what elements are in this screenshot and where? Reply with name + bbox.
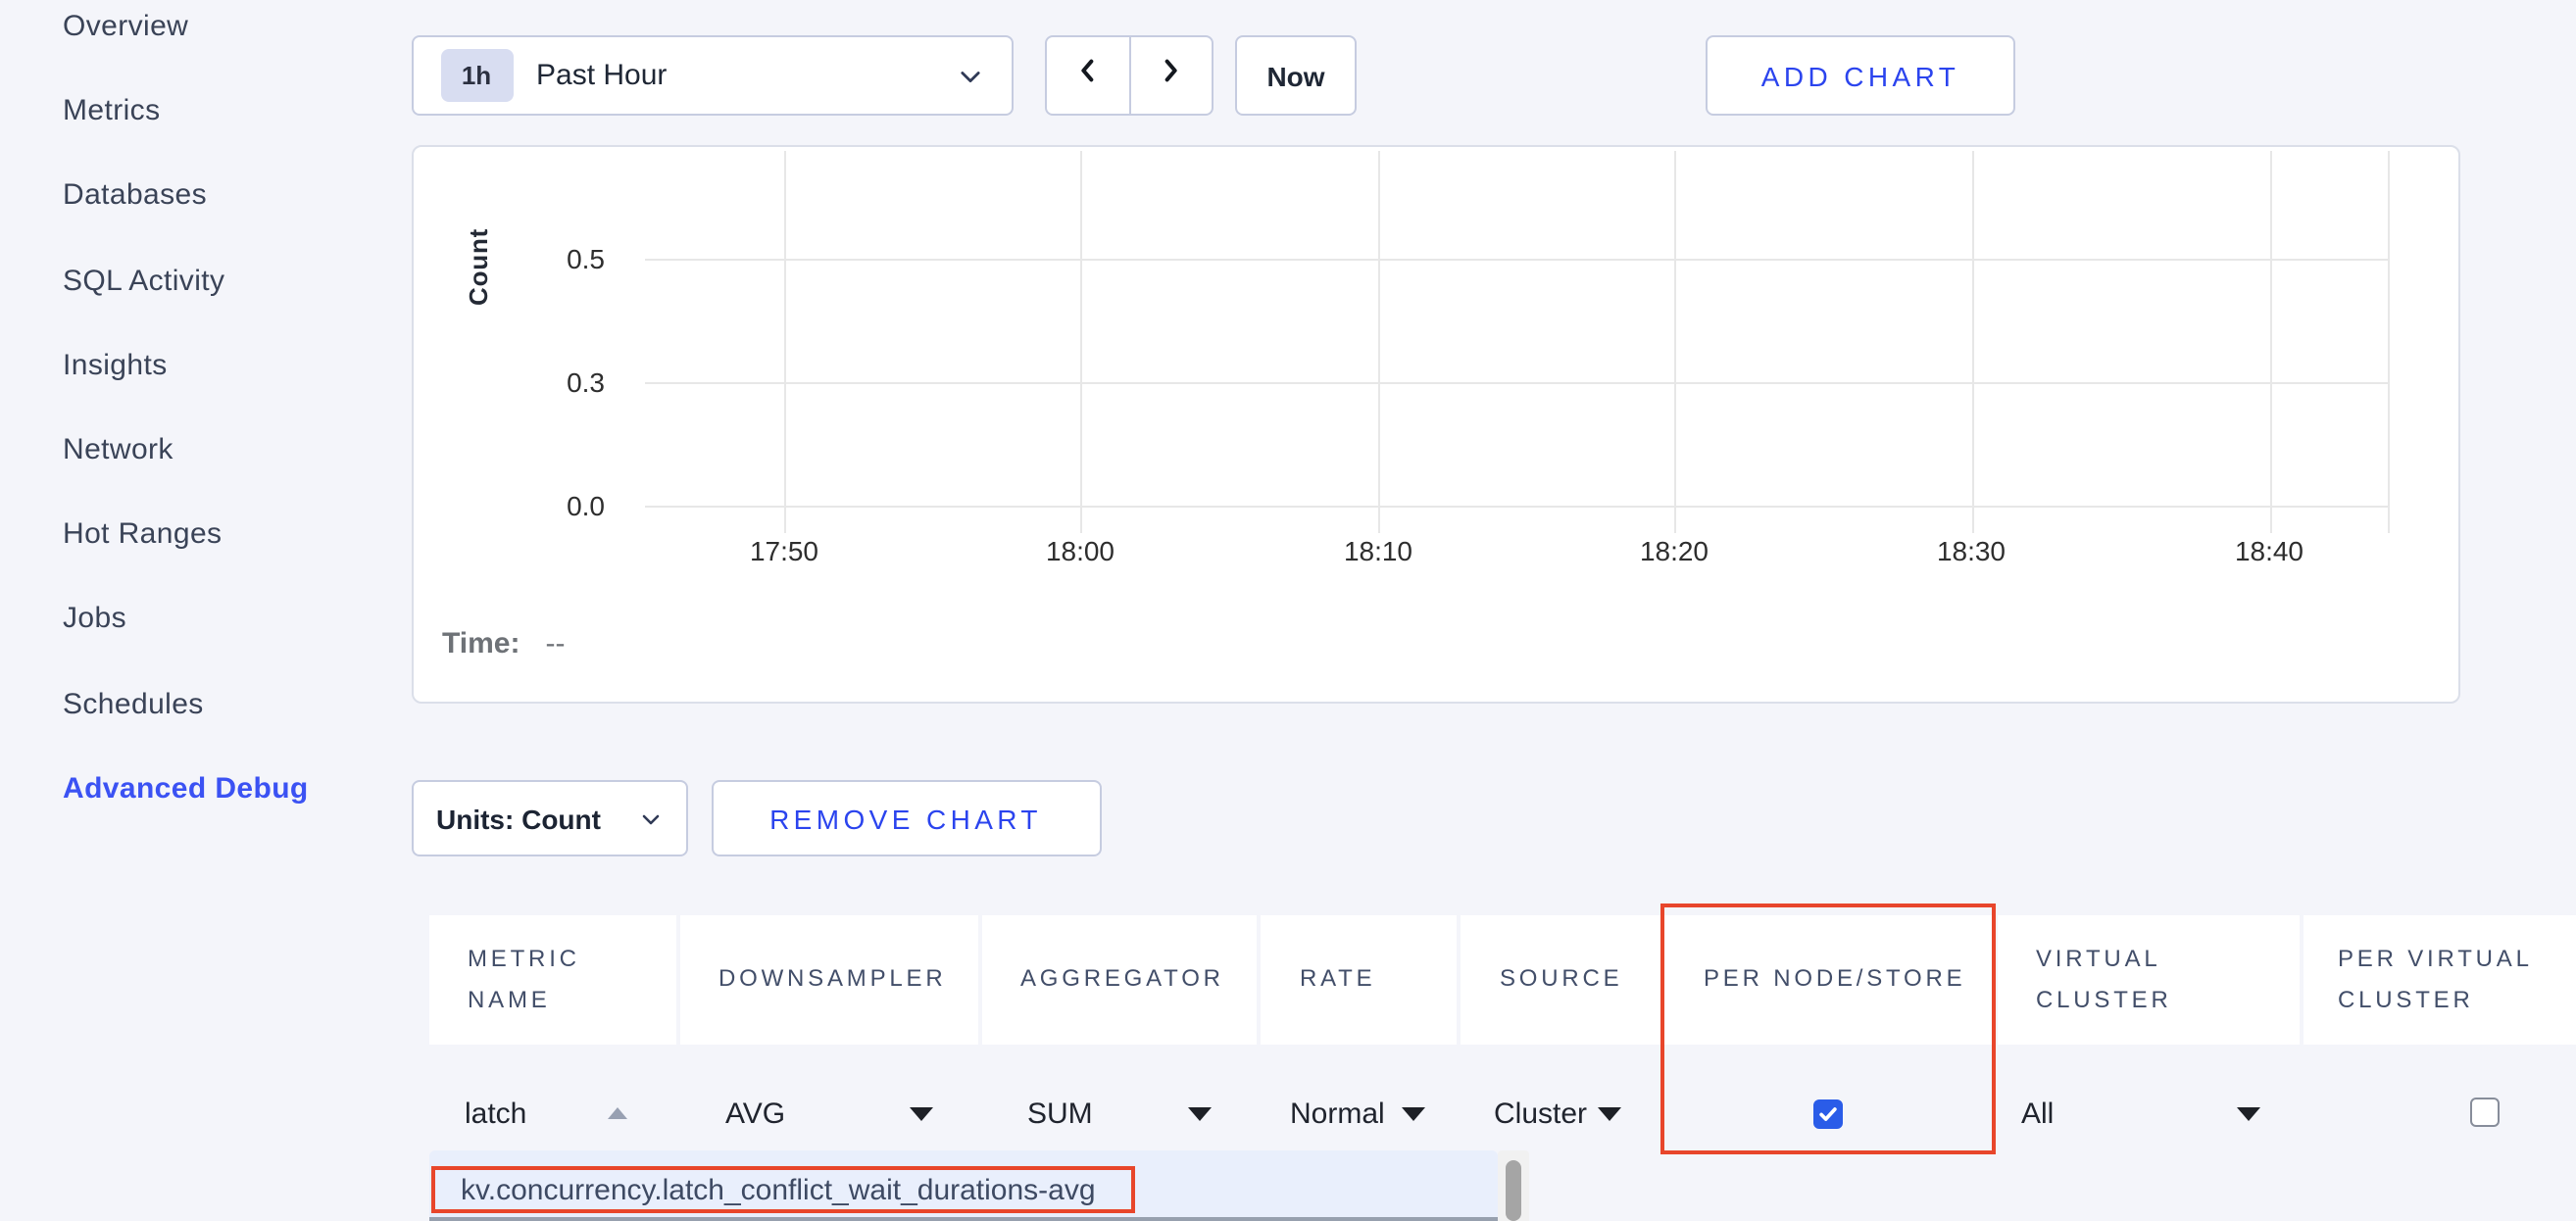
caret-down-icon (910, 1106, 933, 1120)
column-header-rate: RATE (1261, 914, 1457, 1045)
column-header-metric-name: METRIC NAME (428, 914, 675, 1045)
chevron-down-icon (638, 806, 662, 830)
caret-down-icon (1598, 1106, 1621, 1120)
sidebar-item-metrics[interactable]: Metrics (63, 69, 309, 153)
x-tick-label: 17:50 (725, 534, 843, 565)
column-header-per-node-store: PER NODE/STORE (1664, 914, 1993, 1045)
source-select[interactable]: Cluster (1494, 1078, 1623, 1148)
remove-chart-button[interactable]: REMOVE CHART (711, 780, 1101, 856)
sidebar-item-jobs[interactable]: Jobs (63, 577, 309, 661)
column-header-per-virtual-cluster: PER VIRTUAL CLUSTER (2303, 914, 2576, 1045)
caret-down-icon (1188, 1106, 1212, 1120)
chart-y-axis-label: Count (460, 209, 495, 322)
checkmark-icon (1817, 1103, 1839, 1125)
rate-value: Normal (1290, 1097, 1385, 1130)
next-suggestion-row-edge (428, 1216, 1528, 1221)
gridline (2388, 150, 2390, 532)
metric-name-value: latch (465, 1097, 526, 1130)
gridline (645, 505, 2388, 507)
sidebar-item-insights[interactable]: Insights (63, 323, 309, 408)
x-tick-label: 18:20 (1615, 534, 1733, 565)
time-range-badge: 1h (440, 49, 513, 102)
time-range-dropdown[interactable]: 1h Past Hour (411, 35, 1014, 116)
x-tick-label: 18:30 (1912, 534, 2030, 565)
custom-chart-card: Count 0.5 0.3 0.0 17:50 18:00 18:10 18:2… (411, 144, 2459, 703)
downsampler-value: AVG (725, 1097, 785, 1130)
per-virtual-cluster-checkbox[interactable] (2470, 1098, 2500, 1127)
time-range-label: Past Hour (536, 59, 667, 92)
chevron-left-icon (1072, 55, 1104, 96)
per-node-store-checkbox[interactable] (1813, 1099, 1843, 1129)
caret-up-icon (608, 1078, 627, 1148)
gridline (645, 258, 2388, 260)
virtual-cluster-select[interactable]: All (2021, 1078, 2264, 1148)
chevron-down-icon (957, 62, 984, 89)
time-prev-button[interactable] (1045, 35, 1130, 116)
column-header-downsampler: DOWNSAMPLER (679, 914, 977, 1045)
advanced-debug-custom-chart-page: Overview Metrics Databases SQL Activity … (0, 0, 2576, 1221)
caret-down-icon (2237, 1106, 2260, 1120)
time-next-button[interactable] (1128, 35, 1214, 116)
gridline (645, 381, 2388, 383)
gridline (1674, 150, 1676, 532)
aggregator-value: SUM (1027, 1097, 1093, 1130)
gridline (1971, 150, 1973, 532)
hover-time-label: Time: (442, 626, 520, 659)
chart-plot-area[interactable] (645, 150, 2388, 532)
x-tick-label: 18:00 (1021, 534, 1139, 565)
rate-select[interactable]: Normal (1290, 1078, 1431, 1148)
y-tick-label: 0.5 (526, 242, 605, 273)
y-tick-label: 0.3 (526, 366, 605, 397)
x-tick-label: 18:10 (1319, 534, 1437, 565)
metric-name-input[interactable]: latch (465, 1078, 526, 1148)
sidebar-item-overview[interactable]: Overview (63, 0, 309, 69)
units-dropdown-label: Units: Count (436, 803, 601, 834)
sidebar-item-schedules[interactable]: Schedules (63, 661, 309, 746)
sidebar-item-databases[interactable]: Databases (63, 154, 309, 238)
time-step-buttons (1045, 35, 1214, 116)
column-header-source: SOURCE (1461, 914, 1660, 1045)
now-button[interactable]: Now (1235, 35, 1357, 116)
gridline (1080, 150, 1082, 532)
units-dropdown[interactable]: Units: Count (411, 780, 687, 856)
aggregator-select[interactable]: SUM (1027, 1078, 1215, 1148)
x-tick-label: 18:40 (2210, 534, 2328, 565)
sidebar-item-advanced-debug[interactable]: Advanced Debug (63, 746, 309, 830)
source-value: Cluster (1494, 1097, 1587, 1130)
metric-suggestion-item[interactable]: kv.concurrency.latch_conflict_wait_durat… (461, 1166, 1096, 1213)
hover-time-readout: Time: -- (442, 626, 565, 659)
column-header-virtual-cluster: VIRTUAL CLUSTER (1997, 914, 2299, 1045)
sidebar-item-hot-ranges[interactable]: Hot Ranges (63, 492, 309, 576)
sidebar-item-sql-activity[interactable]: SQL Activity (63, 238, 309, 322)
sidebar-item-network[interactable]: Network (63, 408, 309, 492)
scrollbar-thumb[interactable] (1505, 1160, 1521, 1221)
gridline (1378, 150, 1380, 532)
virtual-cluster-value: All (2021, 1097, 2054, 1130)
y-tick-label: 0.0 (526, 489, 605, 520)
sidebar-nav: Overview Metrics Databases SQL Activity … (63, 0, 309, 831)
gridline (784, 150, 786, 532)
hover-time-value: -- (545, 626, 565, 659)
caret-down-icon (1402, 1106, 1425, 1120)
add-chart-button[interactable]: ADD CHART (1706, 35, 2015, 116)
gridline (2269, 150, 2271, 532)
chevron-right-icon (1156, 55, 1187, 96)
downsampler-select[interactable]: AVG (725, 1078, 941, 1148)
column-header-aggregator: AGGREGATOR (981, 914, 1257, 1045)
